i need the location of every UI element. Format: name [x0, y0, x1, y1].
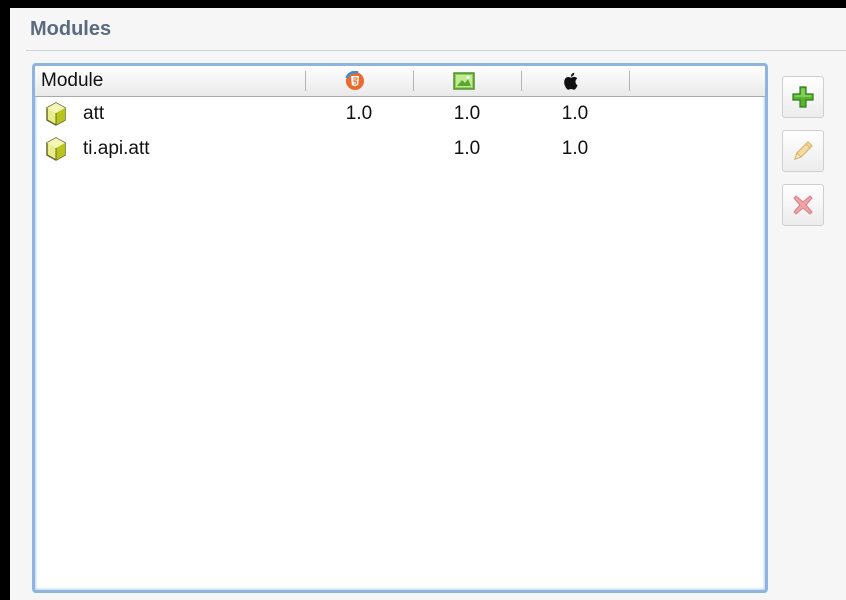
table-row[interactable]: att 1.0 1.0 1.0 [35, 97, 765, 131]
column-header-module[interactable]: Module [41, 66, 103, 96]
column-separator[interactable] [521, 71, 522, 91]
column-header-iphone[interactable] [563, 66, 581, 96]
iphone-version: 1.0 [561, 103, 589, 124]
mobileweb-version: 1.0 [345, 103, 373, 124]
column-separator[interactable] [629, 71, 630, 91]
title-divider [26, 50, 846, 51]
module-icon [45, 132, 67, 166]
iphone-version: 1.0 [561, 138, 589, 159]
module-name: ti.api.att [83, 138, 150, 159]
column-header-mobileweb[interactable] [345, 66, 365, 96]
remove-x-icon [793, 195, 813, 215]
edit-module-button[interactable] [782, 130, 824, 172]
plus-icon [792, 86, 814, 108]
modules-panel: Modules Module att 1.0 1.0 1.0 ti.api.at… [10, 8, 846, 600]
html5-icon [345, 71, 365, 91]
table-header: Module [35, 66, 765, 97]
column-separator[interactable] [413, 71, 414, 91]
android-version: 1.0 [453, 103, 481, 124]
table-row[interactable]: ti.api.att 1.0 1.0 [35, 132, 765, 166]
add-module-button[interactable] [782, 76, 824, 118]
mobileweb-version [329, 132, 389, 166]
column-separator[interactable] [305, 71, 306, 91]
remove-module-button[interactable] [782, 184, 824, 226]
module-name: att [83, 103, 105, 124]
android-icon [453, 72, 475, 90]
android-version: 1.0 [453, 138, 481, 159]
module-icon [45, 97, 67, 131]
modules-table[interactable]: Module att 1.0 1.0 1.0 ti.api.att 1.0 1.… [32, 63, 768, 593]
section-title: Modules [30, 18, 112, 40]
column-header-android[interactable] [453, 66, 475, 96]
pencil-icon [794, 141, 813, 160]
apple-icon [564, 72, 578, 90]
